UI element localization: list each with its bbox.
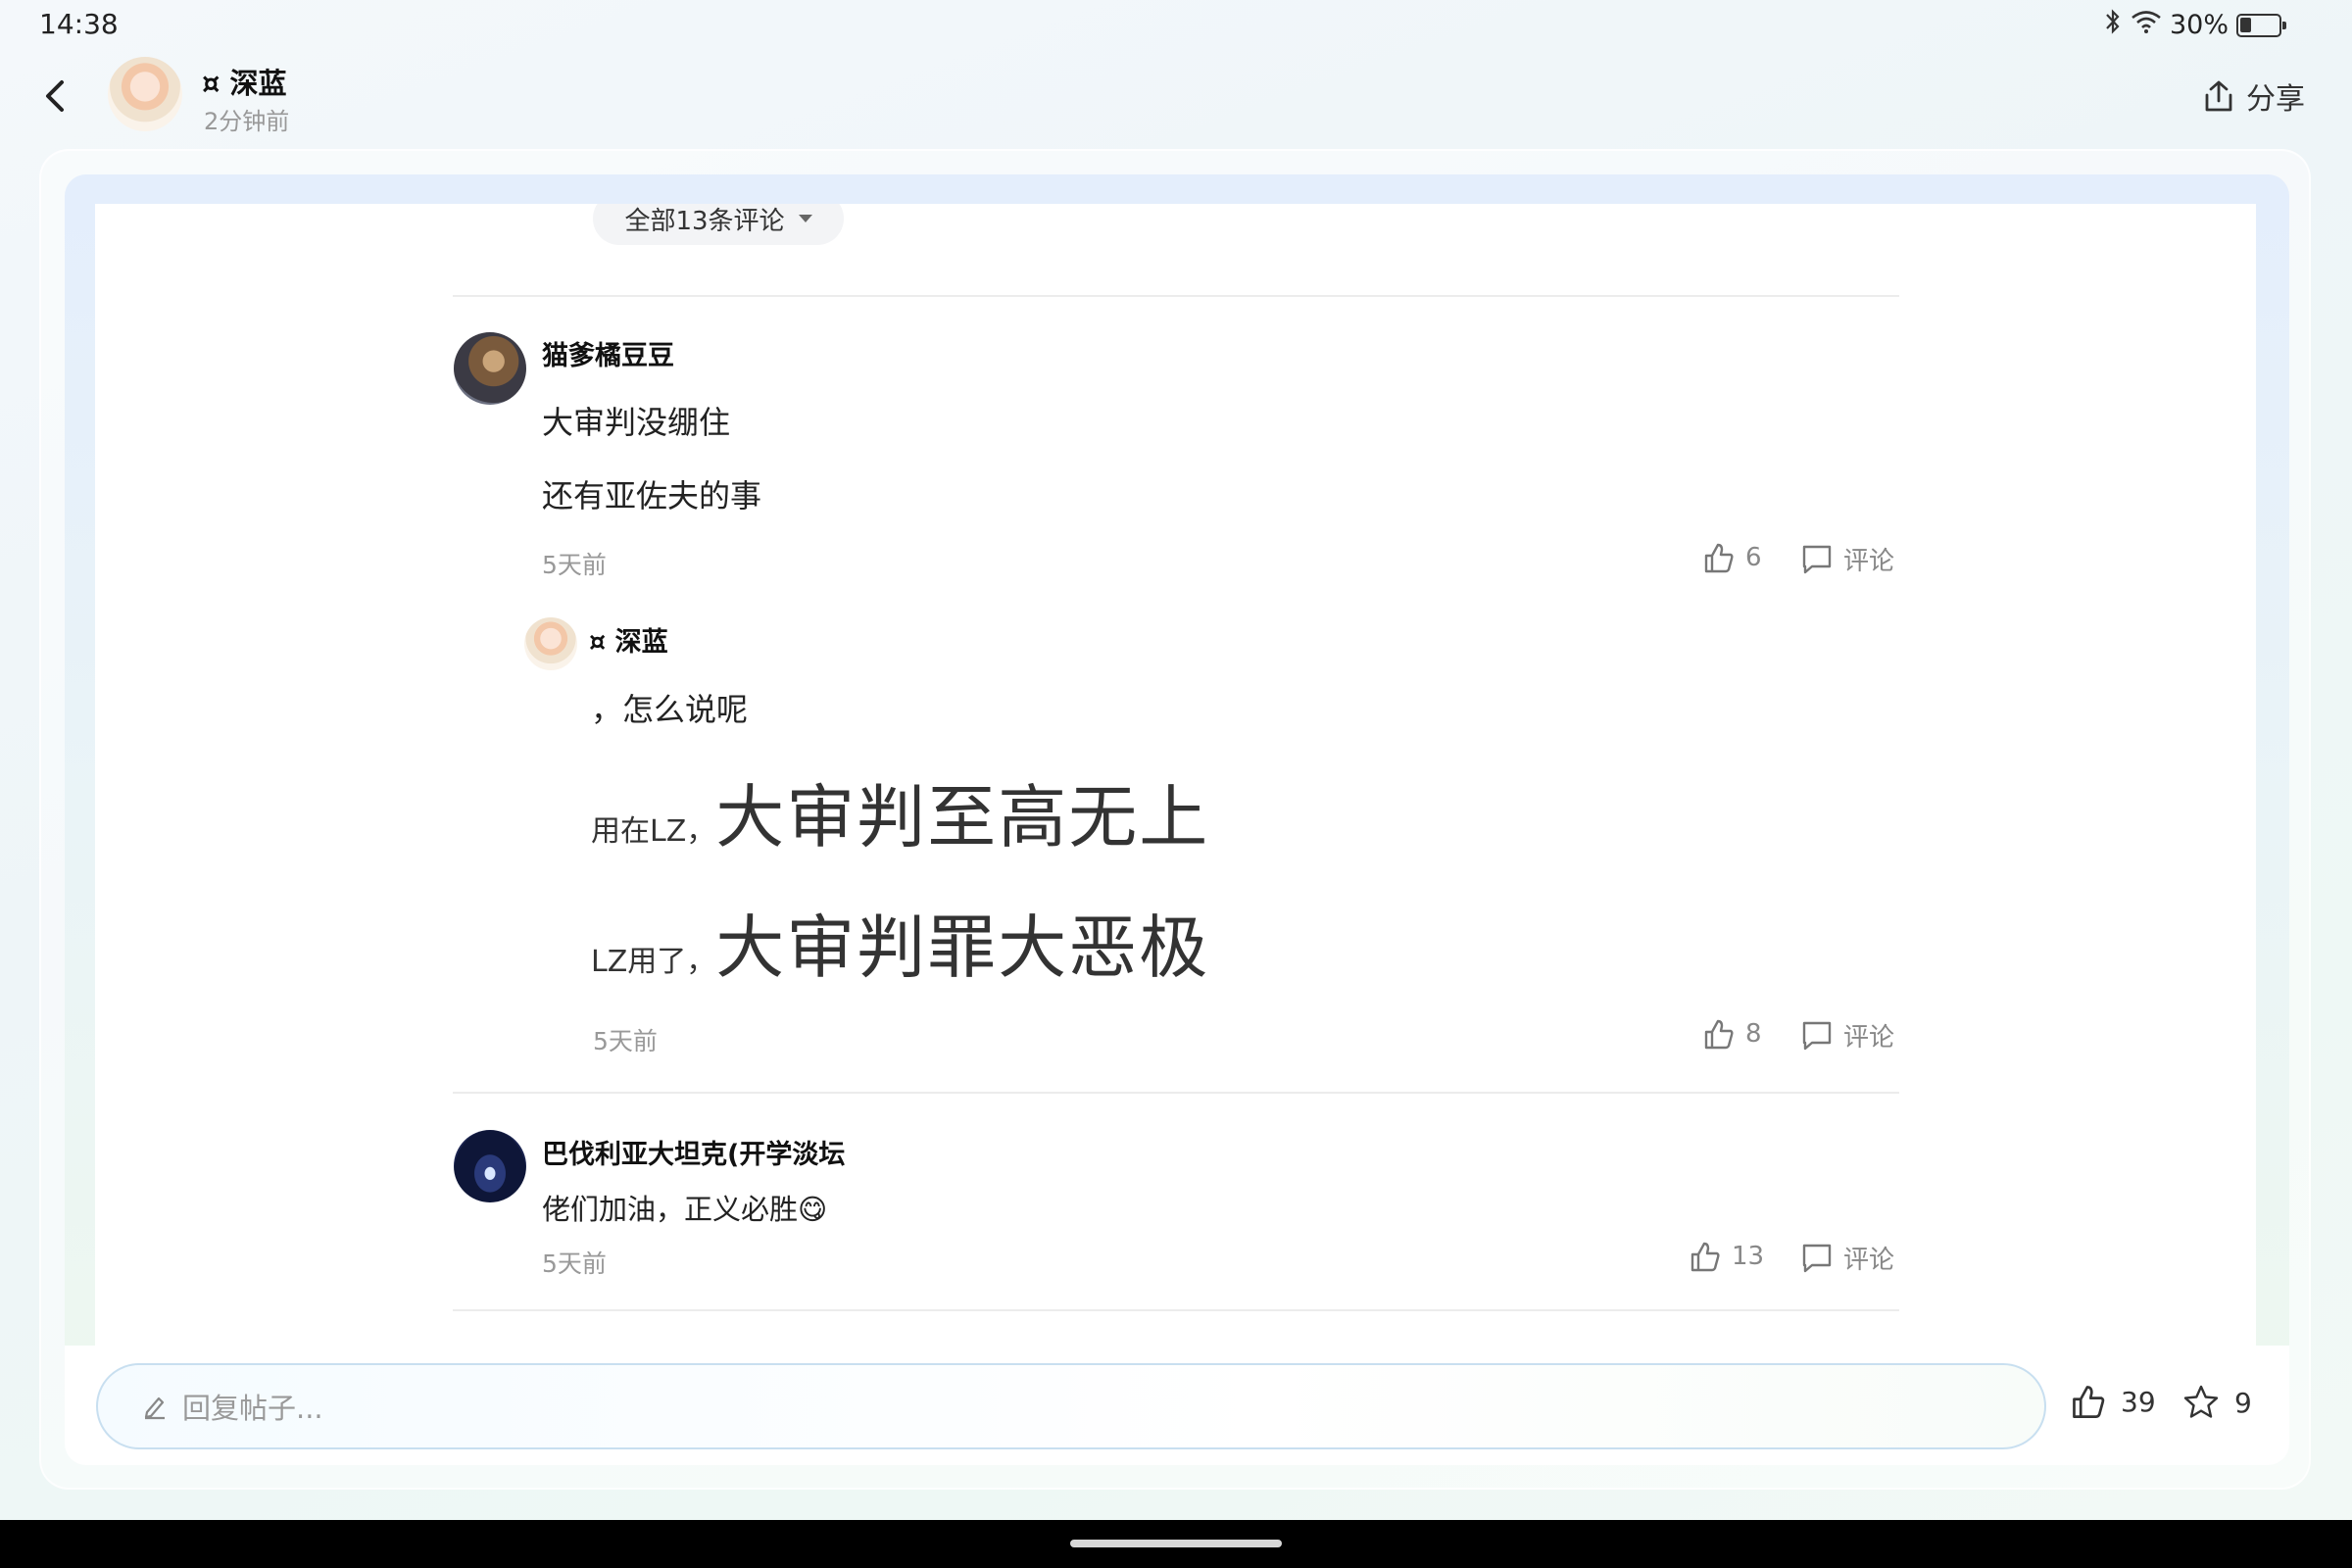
favorite-count: 9	[2234, 1386, 2252, 1419]
bluetooth-icon	[2103, 8, 2123, 42]
share-button[interactable]: 分享	[2203, 74, 2305, 118]
reply-line: 用在LZ，大审判至高无上	[591, 762, 1209, 861]
like-count: 8	[1745, 1019, 1762, 1049]
reply-input[interactable]: 回复帖子...	[96, 1363, 2046, 1449]
reply-text-large: 大审判罪大恶极	[715, 907, 1210, 988]
comment-icon	[1802, 545, 1832, 573]
divider	[453, 295, 1899, 297]
like-count: 13	[1732, 1242, 1765, 1271]
caret-down-icon	[798, 215, 812, 222]
comment-text: 大审判没绷住	[542, 404, 731, 441]
thumb-up-icon	[1704, 543, 1734, 573]
home-gesture-handle[interactable]	[1070, 1540, 1282, 1547]
commenter-name[interactable]: 巴伐利亚大坦克(开学淡坛	[542, 1133, 845, 1171]
reply-author-name[interactable]: ¤ 深蓝	[589, 620, 668, 659]
commenter-avatar[interactable]	[454, 332, 526, 405]
reply-label: 评论	[1843, 547, 1895, 576]
author-name[interactable]: ¤ 深蓝	[202, 61, 287, 102]
like-button[interactable]: 6	[1702, 541, 1762, 574]
reply-label: 评论	[1843, 1246, 1895, 1275]
like-button[interactable]: 13	[1689, 1240, 1764, 1273]
reply-text-small: 用在LZ，	[591, 814, 716, 849]
star-icon	[2183, 1385, 2219, 1418]
reply-text-large: 大审判至高无上	[715, 777, 1210, 858]
reply-author-avatar[interactable]	[524, 617, 577, 670]
comment-text: 佬们加油，正义必胜😋	[542, 1193, 828, 1226]
reply-text: ，怎么说呢	[591, 691, 749, 728]
divider	[453, 1309, 1899, 1311]
thumb-up-icon	[2073, 1386, 2105, 1418]
comment-time: 5天前	[542, 1250, 607, 1278]
wifi-icon	[2131, 9, 2162, 41]
bottom-action-bar: 回复帖子... 39 9	[65, 1346, 2289, 1465]
reply-button[interactable]: 评论	[1800, 541, 1894, 577]
system-nav-bar	[0, 1520, 2352, 1568]
back-button[interactable]	[33, 74, 76, 118]
post-like-count: 39	[2121, 1385, 2156, 1418]
comments-section[interactable]: 全部13条评论 猫爹橘豆豆 大审判没绷住 还有亚佐夫的事 5天前 6 评论 ¤ …	[95, 204, 2256, 1346]
comment-icon	[1802, 1244, 1832, 1272]
divider	[453, 1092, 1899, 1094]
back-arrow-icon	[46, 80, 64, 112]
status-time: 14:38	[39, 8, 119, 40]
status-bar: 14:38 30%	[0, 0, 2352, 49]
reply-line: LZ用了，大审判罪大恶极	[591, 893, 1209, 992]
reply-button[interactable]: 评论	[1800, 1017, 1894, 1054]
commenter-name[interactable]: 猫爹橘豆豆	[542, 334, 674, 372]
post-header: ¤ 深蓝 2分钟前 分享	[0, 49, 2352, 147]
pencil-icon	[144, 1396, 165, 1420]
post-like-button[interactable]: 39	[2070, 1383, 2156, 1420]
comment-text: 还有亚佐夫的事	[542, 477, 762, 514]
reply-label: 评论	[1843, 1023, 1895, 1053]
post-time: 2分钟前	[204, 108, 290, 135]
reply-time: 5天前	[593, 1027, 658, 1055]
comment-time: 5天前	[542, 551, 607, 579]
comment-icon	[1802, 1021, 1832, 1050]
like-count: 6	[1745, 543, 1762, 572]
reply-text-small: LZ用了，	[591, 945, 716, 979]
favorite-button[interactable]: 9	[2181, 1383, 2252, 1422]
share-icon	[2205, 80, 2232, 112]
comment-filter-dropdown[interactable]: 全部13条评论	[593, 204, 844, 245]
thumb-up-icon	[1690, 1242, 1720, 1272]
like-button[interactable]: 8	[1702, 1017, 1762, 1051]
author-avatar[interactable]	[108, 57, 182, 131]
reply-button[interactable]: 评论	[1800, 1240, 1894, 1276]
thumb-up-icon	[1704, 1019, 1734, 1050]
status-icons: 30%	[2103, 8, 2286, 42]
commenter-avatar[interactable]	[454, 1130, 526, 1202]
reply-placeholder: 回复帖子...	[182, 1392, 323, 1425]
battery-icon	[2236, 13, 2286, 37]
filter-label: 全部13条评论	[624, 206, 785, 236]
battery-percent: 30%	[2169, 10, 2229, 40]
share-label: 分享	[2246, 82, 2305, 117]
